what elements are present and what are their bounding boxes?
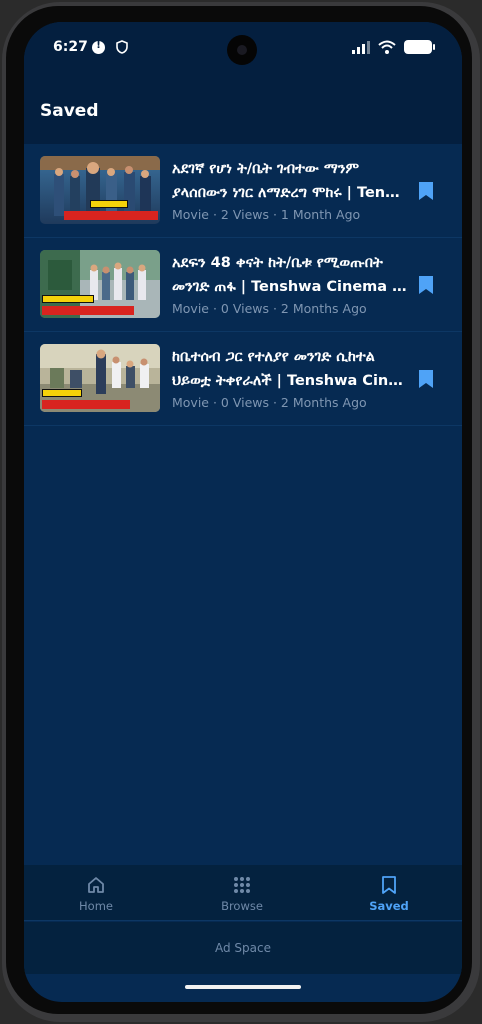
- video-thumbnail[interactable]: [40, 250, 160, 318]
- video-thumbnail[interactable]: [40, 156, 160, 224]
- video-title-line2: መንገድ ጠፋ | Tenshwa Cinema ...: [172, 279, 408, 295]
- thumbnail-caption-top: [90, 200, 128, 208]
- video-title-line1: ከቤተሰብ ጋር የተለያየ መንገድ ሲከተል: [172, 349, 375, 365]
- video-meta: Movie · 0 Views · 2 Months Ago: [172, 395, 367, 410]
- video-title-line1: አደፍን 48 ቀናት ከት/ቤቱ የሚወጡበት: [172, 255, 383, 271]
- grid-icon: [234, 877, 250, 893]
- video-meta: Movie · 0 Views · 2 Months Ago: [172, 301, 367, 316]
- list-item[interactable]: አደገኛ የሆነ ት/ቤት ገብተው ማንም ያላሰበውን ነገር ለማድረግ …: [24, 144, 462, 238]
- list-item[interactable]: ከቤተሰብ ጋር የተለያየ መንገድ ሲከተል ህይወቷ ትቀየራለች | T…: [24, 332, 462, 426]
- thumbnail-caption-bottom: [42, 306, 134, 315]
- video-title-line1: አደገኛ የሆነ ት/ቤት ገብተው ማንም: [172, 161, 360, 177]
- video-title-line2: ህይወቷ ትቀየራለች | Tenshwa Cinema: [172, 373, 408, 389]
- thumbnail-caption-top: [42, 389, 82, 397]
- nav-item-saved[interactable]: Saved: [339, 875, 439, 913]
- status-bar: 6:27: [24, 22, 462, 74]
- screen: 6:27 Saved: [24, 22, 462, 1002]
- nav-label-saved: Saved: [369, 899, 409, 913]
- thumbnail-caption-bottom: [64, 211, 158, 220]
- bookmark-filled-icon[interactable]: [418, 181, 434, 201]
- thumbnail-caption-top: [42, 295, 94, 303]
- video-title[interactable]: አደገኛ የሆነ ት/ቤት ገብተው ማንም ያላሰበውን ነገር ለማድረግ …: [172, 157, 408, 205]
- wifi-icon: [378, 40, 396, 54]
- app-header: Saved: [24, 74, 462, 144]
- video-thumbnail[interactable]: [40, 344, 160, 412]
- nav-label-browse: Browse: [221, 899, 263, 913]
- saved-video-list: አደገኛ የሆነ ት/ቤት ገብተው ማንም ያላሰበውን ነገር ለማድረግ …: [24, 144, 462, 426]
- video-title-line2: ያላሰበውን ነገር ለማድረግ ሞከሩ | Tenshwa Cinema: [172, 185, 408, 201]
- nav-item-browse[interactable]: Browse: [192, 875, 292, 913]
- status-icons: [352, 40, 435, 54]
- status-time: 6:27: [53, 39, 88, 55]
- shield-icon: [116, 40, 128, 54]
- battery-icon: [404, 40, 435, 54]
- list-item[interactable]: አደፍን 48 ቀናት ከት/ቤቱ የሚወጡበት መንገድ ጠፋ | Tensh…: [24, 238, 462, 332]
- bookmark-icon: [382, 876, 396, 894]
- home-indicator[interactable]: [185, 985, 301, 989]
- alert-icon: [92, 40, 105, 54]
- nav-item-home[interactable]: Home: [46, 875, 146, 913]
- bookmark-filled-icon[interactable]: [418, 369, 434, 389]
- video-title[interactable]: ከቤተሰብ ጋር የተለያየ መንገድ ሲከተል ህይወቷ ትቀየራለች | T…: [172, 345, 408, 393]
- bookmark-filled-icon[interactable]: [418, 275, 434, 295]
- camera-cutout: [227, 35, 257, 65]
- signal-icon: [352, 41, 370, 54]
- ad-banner[interactable]: Ad Space: [24, 922, 462, 974]
- video-meta: Movie · 2 Views · 1 Month Ago: [172, 207, 361, 222]
- video-title[interactable]: አደፍን 48 ቀናት ከት/ቤቱ የሚወጡበት መንገድ ጠፋ | Tensh…: [172, 251, 408, 299]
- nav-label-home: Home: [79, 899, 113, 913]
- page-title: Saved: [40, 101, 99, 121]
- bottom-navigation: Home Browse Saved: [24, 865, 462, 921]
- home-icon: [88, 877, 104, 893]
- thumbnail-caption-bottom: [42, 400, 130, 409]
